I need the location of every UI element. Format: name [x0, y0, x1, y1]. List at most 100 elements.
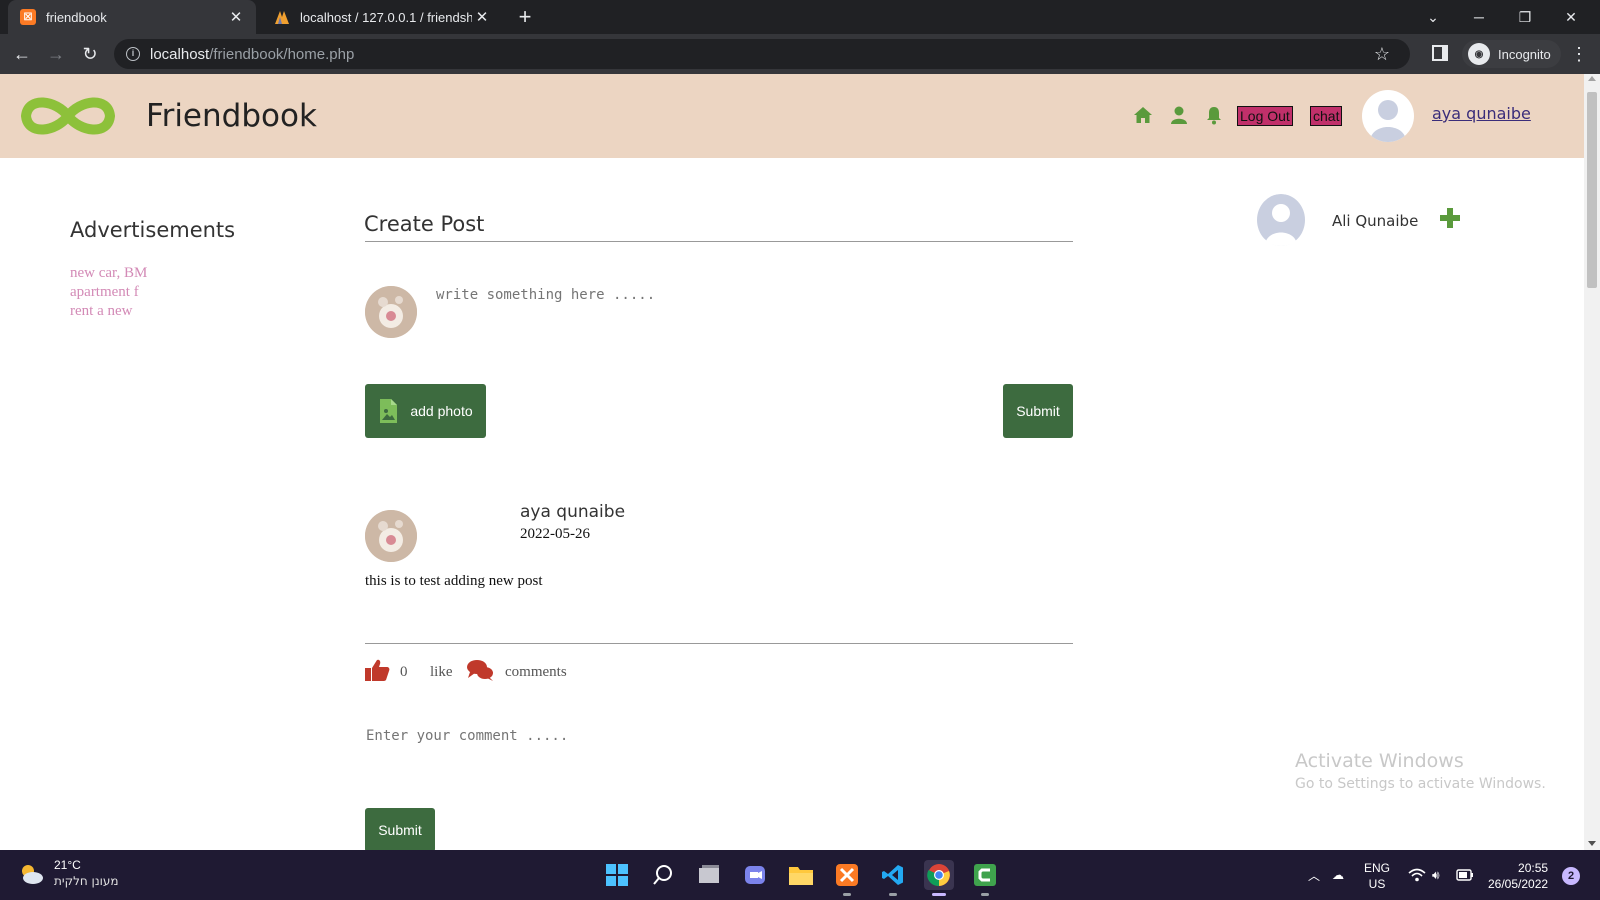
user-icon[interactable]	[1168, 104, 1190, 126]
camtasia-button[interactable]	[970, 860, 1000, 896]
windows-taskbar: 21°C מעונן חלקית ︿ ☁ ENG US 🔊︎ 20:55 26/…	[0, 850, 1600, 900]
volume-icon[interactable]: 🔊︎	[1432, 850, 1440, 900]
page-scrollbar[interactable]	[1584, 74, 1600, 850]
tab-search-icon[interactable]: ⌄	[1410, 0, 1456, 34]
comment-input[interactable]	[366, 722, 966, 750]
comments-link[interactable]: comments	[505, 664, 567, 681]
site-header: Friendbook Log Out chat aya qunaibe	[0, 74, 1584, 158]
notification-badge[interactable]: 2	[1562, 867, 1580, 885]
ad-item[interactable]: rent a new	[70, 302, 147, 321]
current-user-avatar	[365, 286, 417, 338]
watermark-title: Activate Windows	[1295, 750, 1464, 772]
ad-item[interactable]: new car, BM	[70, 264, 147, 283]
restore-icon[interactable]: ❐	[1502, 0, 1548, 34]
site-info-icon[interactable]: i	[126, 47, 140, 61]
teams-chat-icon	[745, 866, 765, 884]
clock-date: 26/05/2022	[1488, 877, 1549, 891]
chrome-icon	[927, 864, 950, 887]
brand-title[interactable]: Friendbook	[146, 98, 317, 134]
logout-button[interactable]: Log Out	[1237, 106, 1293, 126]
add-friend-plus-icon[interactable]	[1438, 206, 1462, 230]
tab-friendbook[interactable]: ☒ friendbook ✕	[8, 0, 256, 34]
reload-icon[interactable]: ↻	[76, 40, 104, 68]
back-icon[interactable]: ←	[8, 40, 36, 68]
teams-chat-button[interactable]	[740, 860, 770, 890]
scrollbar-thumb[interactable]	[1587, 92, 1597, 288]
new-tab-button[interactable]: +	[514, 6, 536, 28]
search-button[interactable]	[648, 860, 678, 890]
battery-icon[interactable]	[1456, 850, 1474, 900]
incognito-icon: ◉	[1468, 43, 1490, 65]
task-view-icon	[699, 865, 719, 883]
image-file-icon	[380, 399, 398, 423]
submit-comment-button[interactable]: Submit	[365, 808, 435, 850]
weather-temperature: 21°C	[54, 858, 81, 872]
submit-post-button[interactable]: Submit	[1003, 384, 1073, 438]
url-path: /friendbook/home.php	[209, 45, 355, 63]
close-tab-icon[interactable]: ✕	[472, 8, 492, 26]
close-window-icon[interactable]: ✕	[1548, 0, 1594, 34]
add-photo-label: add photo	[410, 403, 473, 419]
chrome-button[interactable]	[924, 860, 954, 896]
url-host: localhost	[150, 45, 210, 63]
scroll-down-icon[interactable]	[1588, 841, 1596, 846]
show-hidden-icons[interactable]: ︿	[1308, 850, 1320, 900]
infinity-logo-icon[interactable]	[16, 92, 120, 140]
search-icon	[653, 865, 672, 885]
browser-toolbar: ← → ↻ i localhost/friendbook/home.php ☆	[0, 34, 1600, 74]
weather-widget[interactable]: 21°C מעונן חלקית	[18, 858, 119, 889]
friend-avatar[interactable]	[1255, 194, 1307, 246]
vscode-button[interactable]	[878, 860, 908, 896]
post-author-name[interactable]: aya qunaibe	[520, 502, 625, 522]
minimize-icon[interactable]: ─	[1456, 0, 1502, 34]
camtasia-icon	[974, 864, 996, 886]
create-post-title: Create Post	[364, 212, 485, 236]
folder-icon	[789, 867, 813, 885]
ads-title: Advertisements	[70, 218, 236, 242]
browser-tabstrip: ☒ friendbook ✕ localhost / 127.0.0.1 / f…	[0, 0, 1600, 34]
page-viewport: Friendbook Log Out chat aya qunaibe Adve…	[0, 74, 1584, 850]
add-photo-button[interactable]: add photo	[365, 384, 486, 438]
side-panel-icon[interactable]	[1432, 45, 1448, 61]
header-username-link[interactable]: aya qunaibe	[1432, 104, 1531, 123]
incognito-profile-button[interactable]: ◉ Incognito	[1462, 40, 1561, 68]
running-indicator	[889, 893, 897, 896]
bookmark-star-icon[interactable]: ☆	[1374, 44, 1390, 65]
header-avatar[interactable]	[1362, 90, 1414, 142]
clock-time: 20:55	[1518, 861, 1549, 875]
ad-item[interactable]: apartment f	[70, 283, 147, 302]
like-count: 0	[400, 664, 408, 680]
forward-icon[interactable]: →	[42, 40, 70, 68]
home-icon[interactable]	[1132, 104, 1154, 126]
running-indicator	[843, 893, 851, 896]
close-tab-icon[interactable]: ✕	[226, 8, 246, 26]
watermark-subtitle: Go to Settings to activate Windows.	[1295, 776, 1546, 792]
xampp-icon	[836, 864, 858, 886]
input-language-indicator[interactable]: ENG US	[1364, 860, 1390, 892]
xampp-button[interactable]	[832, 860, 862, 896]
file-explorer-button[interactable]	[786, 860, 816, 890]
address-bar[interactable]: i localhost/friendbook/home.php ☆	[114, 39, 1410, 69]
task-view-button[interactable]	[694, 860, 724, 890]
language-code: ENG	[1364, 861, 1391, 875]
thumbs-up-icon[interactable]	[364, 658, 390, 682]
ads-list: new car, BM apartment f rent a new	[70, 264, 147, 321]
friend-name[interactable]: Ali Qunaibe	[1332, 212, 1418, 230]
bell-icon[interactable]	[1203, 104, 1225, 126]
browser-menu-icon[interactable]: ⋮	[1570, 44, 1588, 65]
scroll-up-icon[interactable]	[1588, 76, 1596, 81]
keyboard-layout: US	[1368, 877, 1386, 891]
weather-condition: מעונן חלקית	[54, 874, 119, 888]
like-button[interactable]: like	[430, 664, 453, 681]
comments-icon[interactable]	[466, 658, 494, 682]
wifi-icon[interactable]	[1408, 850, 1426, 900]
start-button[interactable]	[602, 860, 632, 890]
chat-button[interactable]: chat	[1310, 106, 1343, 126]
onedrive-icon[interactable]: ☁	[1332, 850, 1344, 900]
active-indicator	[932, 893, 946, 896]
post-author-avatar[interactable]	[365, 510, 417, 562]
tab-title: friendbook	[46, 9, 107, 25]
post-text-input[interactable]	[436, 280, 1036, 310]
system-clock[interactable]: 20:55 26/05/2022	[1488, 860, 1548, 892]
tab-phpmyadmin[interactable]: localhost / 127.0.0.1 / friendship ✕	[262, 0, 502, 34]
